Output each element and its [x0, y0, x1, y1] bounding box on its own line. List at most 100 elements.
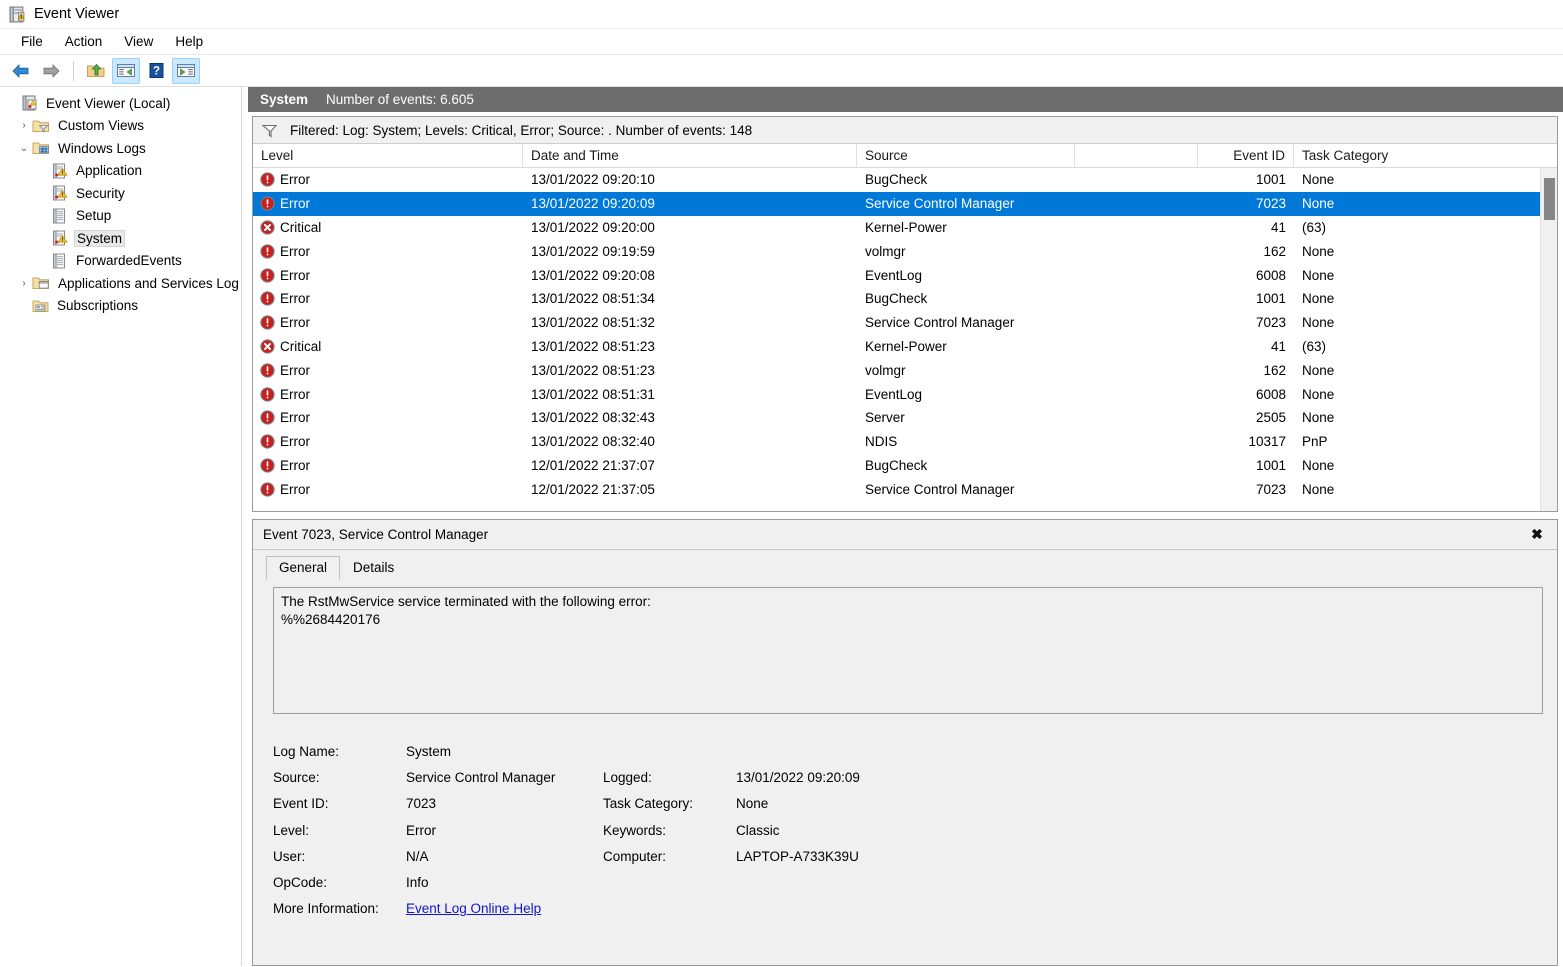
cell-level-label: Error: [280, 410, 310, 426]
close-icon[interactable]: ✖: [1527, 525, 1547, 545]
cell-level: Error: [253, 244, 523, 259]
cell-date-and-time: 13/01/2022 09:20:10: [531, 172, 655, 188]
tab-details[interactable]: Details: [340, 556, 407, 579]
metadata-value: 7023: [406, 796, 437, 812]
table-row[interactable]: Error 13/01/2022 09:20:08 EventLog 6008 None: [253, 263, 1540, 287]
cell-date-and-time: 12/01/2022 21:37:07: [531, 457, 655, 473]
table-row[interactable]: Critical 13/01/2022 09:20:00 Kernel-Power 4…: [253, 216, 1540, 240]
chevron-down-icon[interactable]: ⌄: [16, 143, 32, 154]
metadata-value: 13/01/2022 09:20:09: [736, 769, 860, 785]
metadata-row-level: Level: Error: [273, 817, 603, 843]
cell-date-and-time: 13/01/2022 09:20:00: [531, 219, 655, 235]
metadata-value: Service Control Manager: [406, 769, 556, 785]
metadata-value: N/A: [406, 848, 429, 864]
column-header-spacer: [1075, 143, 1198, 168]
events-list-frame: Filtered: Log: System; Levels: Critical,…: [252, 116, 1558, 512]
column-header-level[interactable]: Level: [253, 143, 523, 168]
metadata-row-more-information: More Information: Event Log Online Help: [273, 896, 1543, 922]
table-row[interactable]: Error 13/01/2022 09:19:59 volmgr 162 None: [253, 239, 1540, 263]
cell-level: Error: [253, 172, 523, 187]
metadata-row-task-category: Task Category: None: [603, 791, 933, 817]
metadata-row-computer: Computer: LAPTOP-A733K39U: [603, 843, 933, 869]
menu-action[interactable]: Action: [54, 31, 114, 52]
back-button[interactable]: [7, 58, 35, 84]
table-row[interactable]: Error 13/01/2022 08:51:23 volmgr 162 None: [253, 358, 1540, 382]
table-row[interactable]: Error 12/01/2022 21:37:05 Service Control …: [253, 477, 1540, 501]
menu-help[interactable]: Help: [164, 31, 214, 52]
log-plain-icon: [52, 208, 68, 224]
event-detail-title: Event 7023, Service Control Manager: [263, 527, 489, 542]
cell-date-and-time: 13/01/2022 08:32:40: [531, 434, 655, 450]
sidebar-item-setup[interactable]: Setup: [0, 205, 241, 228]
metadata-label: Level:: [273, 822, 310, 838]
cell-task-category: (63): [1302, 219, 1327, 235]
error-icon: [260, 267, 275, 283]
cell-level-label: Error: [280, 362, 310, 378]
sidebar-item-application[interactable]: Application: [0, 160, 241, 183]
cell-task-category: None: [1302, 291, 1335, 307]
up-one-level-button[interactable]: [82, 58, 110, 84]
tab-general[interactable]: General: [266, 556, 341, 580]
cell-level-label: Error: [280, 172, 310, 188]
menu-view[interactable]: View: [113, 31, 164, 52]
column-header-source[interactable]: Source: [857, 143, 1075, 168]
windows-logs-folder-icon: [32, 140, 50, 156]
error-icon: [260, 196, 275, 211]
sidebar-item-applications-and-services-logs[interactable]: › Applications and Services Log: [0, 272, 241, 295]
show-console-tree-button[interactable]: [112, 57, 140, 84]
sidebar-item-system[interactable]: System: [0, 227, 241, 250]
table-row[interactable]: Error 13/01/2022 08:32:43 Server 2505 None: [253, 406, 1540, 430]
metadata-row-source: Source: Service Control Manager: [273, 764, 603, 790]
custom-views-folder-icon: [32, 118, 50, 134]
event-viewer-icon: [9, 6, 26, 23]
cell-level-label: Error: [280, 315, 310, 331]
error-icon: [260, 434, 275, 449]
sidebar-item-windows-logs[interactable]: ⌄ Windows Logs: [0, 137, 241, 160]
table-row[interactable]: Error 13/01/2022 08:51:34 BugCheck 1001 None: [253, 287, 1540, 311]
sidebar-item-label: Applications and Services Log: [58, 275, 239, 291]
sidebar-item-event-viewer-local[interactable]: Event Viewer (Local): [0, 92, 241, 115]
table-row[interactable]: Error 13/01/2022 09:20:09 Service Control …: [253, 191, 1540, 216]
cell-date-and-time: 13/01/2022 08:51:34: [531, 291, 655, 307]
sidebar-item-forwardedevents[interactable]: ForwardedEvents: [0, 250, 241, 273]
svg-text:?: ?: [152, 66, 159, 78]
forward-button[interactable]: [37, 58, 65, 84]
table-row[interactable]: Error 12/01/2022 21:37:07 BugCheck 1001 None: [253, 454, 1540, 478]
log-warning-icon: [52, 185, 68, 201]
sidebar-item-label: Subscriptions: [57, 298, 139, 314]
show-action-pane-button[interactable]: [172, 57, 200, 84]
table-row[interactable]: Critical 13/01/2022 08:51:23 Kernel-Power 4…: [253, 335, 1540, 359]
cell-level: Error: [253, 268, 523, 283]
events-list-scrollbar[interactable]: [1540, 168, 1557, 511]
log-header-bar: System Number of events: 6.605: [248, 87, 1563, 112]
menu-file[interactable]: File: [10, 31, 54, 52]
table-row[interactable]: Error 13/01/2022 09:20:10 BugCheck 1001 None: [253, 168, 1540, 192]
sidebar-item-subscriptions[interactable]: Subscriptions: [0, 295, 241, 318]
table-row[interactable]: Error 13/01/2022 08:51:31 EventLog 6008 None: [253, 382, 1540, 406]
cell-level: Error: [253, 315, 523, 330]
scrollbar-thumb[interactable]: [1544, 178, 1555, 220]
sidebar-item-custom-views[interactable]: › Custom Views: [0, 115, 241, 138]
column-header-event-id[interactable]: Event ID: [1198, 143, 1294, 168]
event-detail-tabs: General Details: [253, 550, 1557, 580]
column-header-date-and-time[interactable]: Date and Time: [523, 143, 857, 168]
chevron-right-icon[interactable]: ›: [16, 278, 32, 289]
cell-level: Critical: [253, 220, 523, 235]
help-button[interactable]: ?: [142, 58, 170, 84]
chevron-right-icon[interactable]: ›: [16, 120, 32, 131]
cell-level-label: Critical: [280, 219, 322, 235]
table-row[interactable]: Error 13/01/2022 08:32:40 NDIS 10317 PnP: [253, 430, 1540, 454]
column-header-task-category[interactable]: Task Category: [1294, 144, 1557, 168]
cell-event-id: 1001: [1255, 457, 1286, 473]
cell-date-and-time: 13/01/2022 08:51:32: [531, 315, 655, 331]
filter-status-bar[interactable]: Filtered: Log: System; Levels: Critical,…: [253, 117, 1557, 144]
app-services-folder-icon: [32, 275, 50, 291]
cell-level-label: Error: [280, 196, 310, 212]
cell-event-id: 162: [1263, 362, 1286, 378]
horizontal-splitter[interactable]: [248, 512, 1563, 519]
table-row[interactable]: Error 13/01/2022 08:51:32 Service Control …: [253, 311, 1540, 335]
metadata-value: Info: [406, 875, 429, 891]
sidebar-item-security[interactable]: Security: [0, 182, 241, 205]
cell-level: Error: [253, 387, 523, 402]
event-log-online-help-link[interactable]: Event Log Online Help: [406, 901, 541, 916]
